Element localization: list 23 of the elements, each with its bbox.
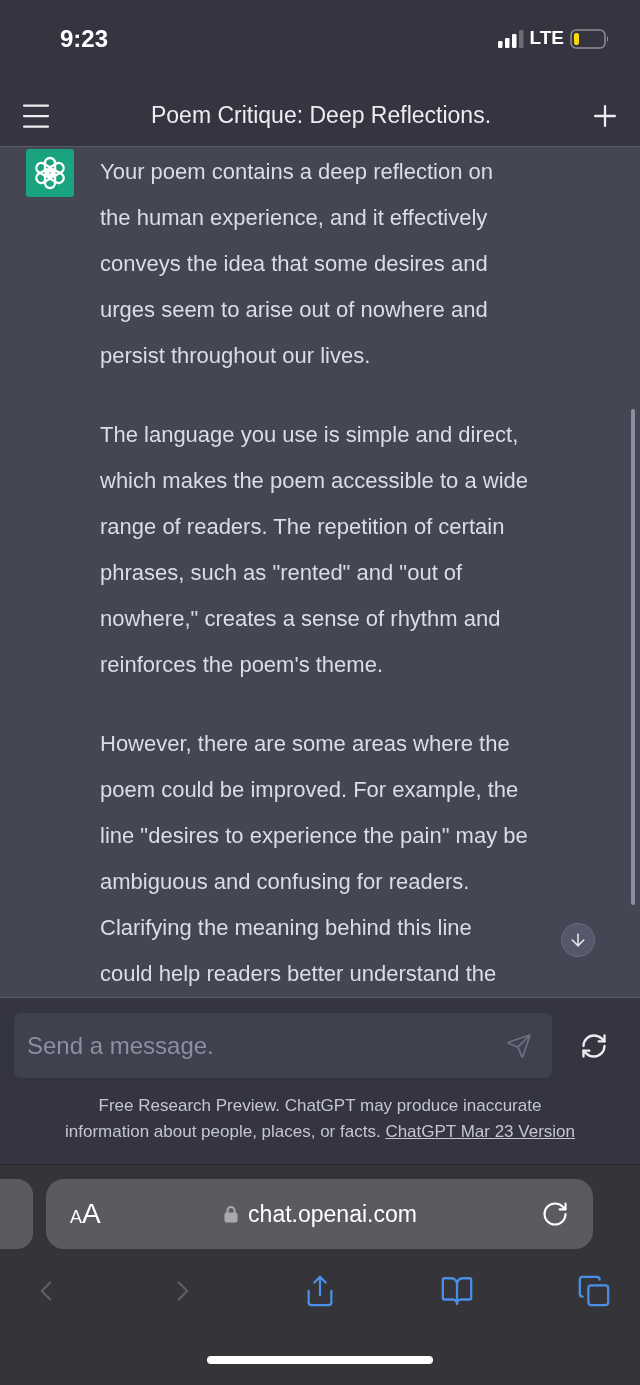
reload-icon[interactable] (541, 1200, 569, 1228)
clock-time: 9:23 (60, 23, 109, 54)
send-icon[interactable] (506, 1032, 532, 1059)
battery-icon (570, 28, 610, 49)
knot-logo-icon (26, 149, 74, 197)
scroll-down-button[interactable] (561, 923, 595, 957)
address-bar[interactable]: AA chat.openai.com (46, 1179, 593, 1249)
signal-icon (497, 29, 524, 48)
url-text: chat.openai.com (248, 1199, 417, 1229)
network-label: LTE (529, 26, 564, 51)
message-paragraph: However, there are some areas where the poem could be improved. For example, the line "desires to experience the pain" may be ambiguous and confusing for readers. Clarifying the meaning behind this line could help readers better understand the (100, 730, 528, 988)
chat-title: Poem Critique: Deep Reflections. (150, 101, 492, 131)
overlapping-squares-icon[interactable] (577, 1274, 611, 1308)
message-paragraph: The language you use is simple and direct, which makes the poem accessible to a wide range of readers. The repetition of certain phrases, such as "rented" and "out of nowhere," creates a sense of rhythm and reinforces the poem's theme. (100, 421, 528, 679)
text-size-button[interactable]: AA (70, 1193, 130, 1235)
open-book-icon[interactable] (440, 1274, 474, 1308)
message-paragraph: Your poem contains a deep reflection on the human experience, and it effectively conveys the idea that some desires and urges seem to arise out of nowhere and persist throughout our lives. (100, 158, 494, 370)
message-placeholder: Send a message. (27, 1030, 214, 1061)
disclaimer-text: Free Research Preview. ChatGPT may produce inaccurate information about people, places, or facts. ChatGPT Mar 23 Version (64, 1095, 576, 1143)
scrollbar-thumb[interactable] (631, 409, 635, 905)
version-link[interactable]: ChatGPT Mar 23 Version (385, 1122, 575, 1141)
refresh-icon[interactable] (580, 1031, 608, 1060)
lock-icon (224, 1205, 239, 1223)
